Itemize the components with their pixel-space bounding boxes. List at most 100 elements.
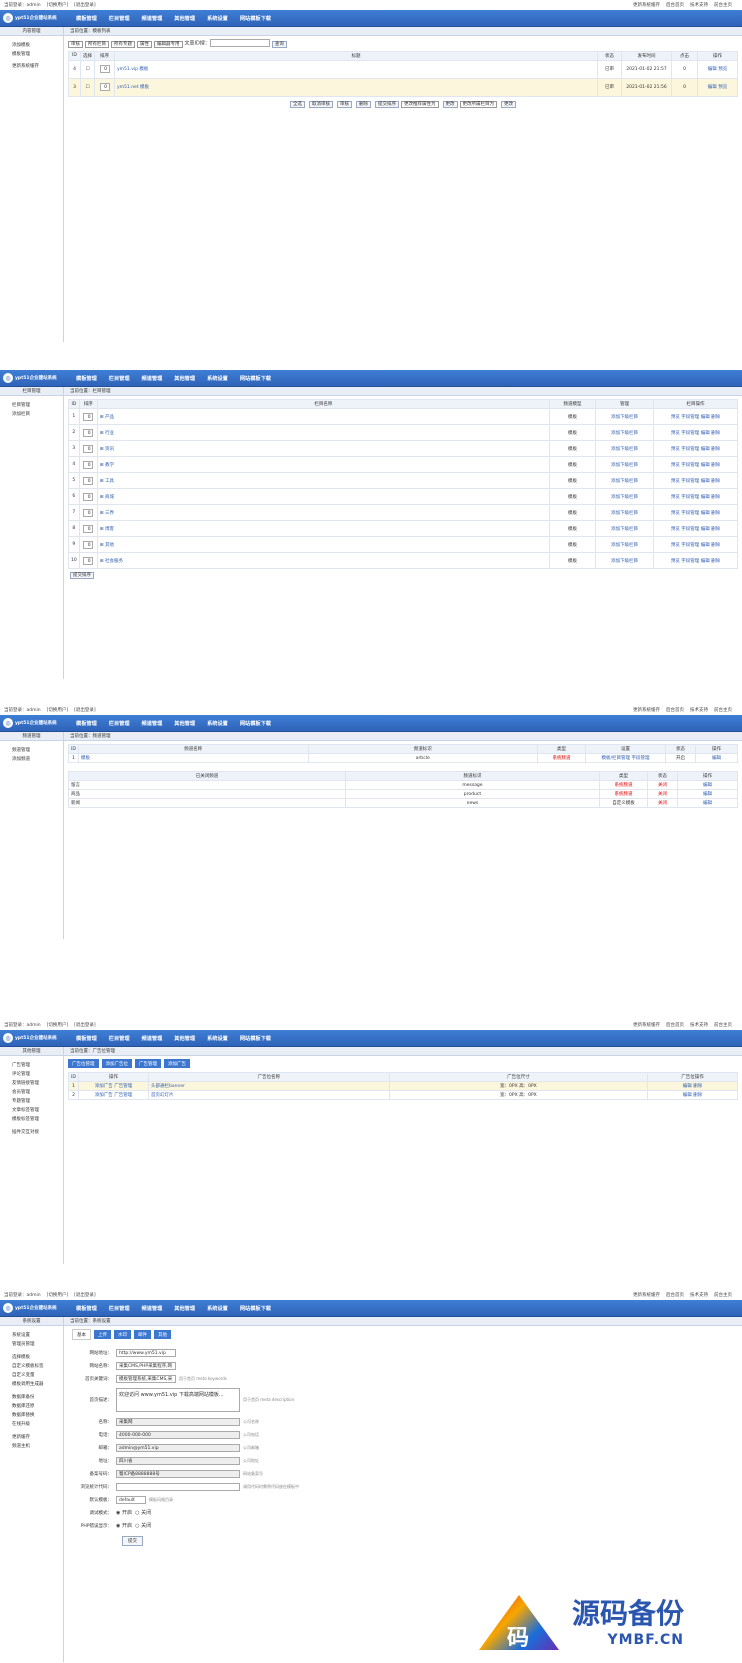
change-button[interactable]: 更改 xyxy=(442,100,458,108)
sort-input[interactable]: 0 xyxy=(83,508,94,517)
sort-input[interactable]: 0 xyxy=(83,460,94,469)
admin-home-link[interactable]: 后台首页 xyxy=(666,708,684,713)
sidebar-item[interactable]: 在线升级 xyxy=(0,1419,63,1428)
nav-item[interactable]: 频道管理 xyxy=(142,375,163,382)
logout-link[interactable]: [退出登录] xyxy=(74,708,96,713)
expand-icon[interactable]: ⊞ xyxy=(100,447,104,452)
sidebar-item[interactable]: 选择模板 xyxy=(0,1352,63,1361)
submit-sort-button[interactable]: 提交排序 xyxy=(70,572,94,579)
nav-item[interactable]: 系统设置 xyxy=(207,1305,228,1312)
delete-link[interactable]: 删除 xyxy=(711,431,720,436)
submit-button[interactable]: 提交 xyxy=(122,1536,143,1546)
sidebar-item[interactable]: 模板调用生成器 xyxy=(0,1379,63,1388)
column-select[interactable]: 所有栏目 xyxy=(85,40,109,48)
preview-link[interactable]: 预览 xyxy=(718,85,727,90)
setting-input[interactable]: default xyxy=(116,1495,146,1504)
preview-link[interactable]: 预览 xyxy=(671,495,680,500)
topic-select[interactable]: 所有专题 xyxy=(111,40,135,48)
unaudit-button[interactable]: 取消审核 xyxy=(309,100,333,108)
setting-input[interactable]: 4000-000-000 xyxy=(116,1430,240,1439)
field-manage-link[interactable]: 字段管理 xyxy=(681,479,699,484)
nav-item[interactable]: 其他管理 xyxy=(174,1035,195,1042)
preview-link[interactable]: 预览 xyxy=(718,67,727,72)
sidebar-item[interactable]: 自定义模板标签 xyxy=(0,1361,63,1370)
delete-link[interactable]: 删除 xyxy=(711,415,720,420)
sidebar-item[interactable]: 更新系统缓存 xyxy=(0,61,63,70)
sort-input[interactable]: 0 xyxy=(99,65,110,73)
add-subcolumn-link[interactable]: 添加下级栏目 xyxy=(595,408,654,425)
nav-item[interactable]: 栏目管理 xyxy=(109,15,130,22)
delete-link[interactable]: 删除 xyxy=(711,511,720,516)
edit-link[interactable]: 编辑 xyxy=(701,527,710,532)
nav-item[interactable]: 模板管理 xyxy=(76,15,97,22)
field-manage-link[interactable]: 字段管理 xyxy=(681,543,699,548)
column-name-link[interactable]: 社会服务 xyxy=(105,559,123,564)
nav-item[interactable]: 栏目管理 xyxy=(109,720,130,727)
expand-icon[interactable]: ⊞ xyxy=(100,559,104,564)
edit-link[interactable]: 编辑 xyxy=(701,431,710,436)
nav-item[interactable]: 系统设置 xyxy=(207,1035,228,1042)
delete-link[interactable]: 删除 xyxy=(693,1093,702,1098)
sort-input[interactable]: 0 xyxy=(83,492,94,501)
front-home-link[interactable]: 前台主页 xyxy=(714,708,732,713)
nav-item[interactable]: 其他管理 xyxy=(174,1305,195,1312)
nav-item[interactable]: 系统设置 xyxy=(207,720,228,727)
tab-add-adslot[interactable]: 添加广告位 xyxy=(101,1059,132,1068)
field-manage-link[interactable]: 字段管理 xyxy=(681,431,699,436)
sidebar-item[interactable]: 专题管理 xyxy=(0,1096,63,1105)
nav-item[interactable]: 其他管理 xyxy=(174,720,195,727)
sidebar-item[interactable]: 评论管理 xyxy=(0,1069,63,1078)
sort-input[interactable]: 0 xyxy=(83,428,94,437)
nav-item[interactable]: 频道管理 xyxy=(142,1305,163,1312)
sidebar-item[interactable]: 插件交互对接 xyxy=(0,1127,63,1136)
change-button[interactable]: 更改 xyxy=(501,100,516,108)
nav-item[interactable]: 模板管理 xyxy=(76,375,97,382)
change-attr-select[interactable]: 更改推荐属性为 xyxy=(401,100,439,108)
preview-link[interactable]: 预览 xyxy=(671,511,680,516)
tab-upload[interactable]: 上传 xyxy=(94,1330,111,1339)
description-textarea[interactable]: 欢迎访问 www.ym51.vip 下载高端网站模板... xyxy=(116,1388,240,1412)
tab-basic[interactable]: 基本 xyxy=(72,1329,91,1340)
edit-link[interactable]: 编辑 xyxy=(677,780,738,790)
preview-link[interactable]: 预览 xyxy=(671,463,680,468)
setting-input[interactable] xyxy=(116,1482,240,1491)
audit-select[interactable]: 审核 xyxy=(68,40,83,48)
switch-user-link[interactable]: [切换用户] xyxy=(47,3,69,8)
select-all-button[interactable]: 全选 xyxy=(290,100,305,108)
update-cache-link[interactable]: 更新系统缓存 xyxy=(633,3,660,8)
expand-icon[interactable]: ⊞ xyxy=(100,527,104,532)
sort-input[interactable]: 0 xyxy=(83,524,94,533)
add-subcolumn-link[interactable]: 添加下级栏目 xyxy=(595,552,654,569)
nav-item[interactable]: 栏目管理 xyxy=(109,375,130,382)
sidebar-item[interactable]: 添加模板 xyxy=(0,40,63,49)
expand-icon[interactable]: ⊞ xyxy=(100,495,104,500)
preview-link[interactable]: 预览 xyxy=(671,447,680,452)
sidebar-item[interactable]: 栏目管理 xyxy=(0,400,63,409)
setting-input[interactable]: 模板管理系统,采集CMS,采 xyxy=(116,1374,176,1383)
column-name-link[interactable]: 资讯 xyxy=(105,447,114,452)
nav-item[interactable]: 栏目管理 xyxy=(109,1035,130,1042)
add-subcolumn-link[interactable]: 添加下级栏目 xyxy=(595,456,654,473)
preview-link[interactable]: 预览 xyxy=(671,479,680,484)
article-title-link[interactable]: ym51.vip 模板 xyxy=(114,59,598,79)
delete-link[interactable]: 删除 xyxy=(711,495,720,500)
nav-item[interactable]: 频道管理 xyxy=(142,15,163,22)
column-name-link[interactable]: 产品 xyxy=(105,415,114,420)
channel-name-link[interactable]: 模板 xyxy=(78,753,309,763)
edit-link[interactable]: 编辑 xyxy=(701,479,710,484)
submit-sort-button[interactable]: 提交排序 xyxy=(375,100,399,108)
expand-icon[interactable]: ⊞ xyxy=(100,543,104,548)
nav-item[interactable]: 系统设置 xyxy=(207,375,228,382)
column-name-link[interactable]: 博客 xyxy=(105,527,114,532)
sidebar-item[interactable]: 添加频道 xyxy=(0,754,63,763)
nav-item[interactable]: 网站模板下载 xyxy=(240,720,271,727)
delete-button[interactable]: 删除 xyxy=(356,100,371,108)
sidebar-item[interactable]: 数据库替换 xyxy=(0,1410,63,1419)
tab-add-ad[interactable]: 添加广告 xyxy=(164,1059,190,1068)
preview-link[interactable]: 预览 xyxy=(671,415,680,420)
edit-link[interactable]: 编辑 xyxy=(701,543,710,548)
support-link[interactable]: 技术支持 xyxy=(690,1023,708,1028)
admin-home-link[interactable]: 后台首页 xyxy=(666,3,684,8)
column-name-link[interactable]: 行业 xyxy=(105,431,114,436)
edit-link[interactable]: 编辑 xyxy=(708,85,717,90)
